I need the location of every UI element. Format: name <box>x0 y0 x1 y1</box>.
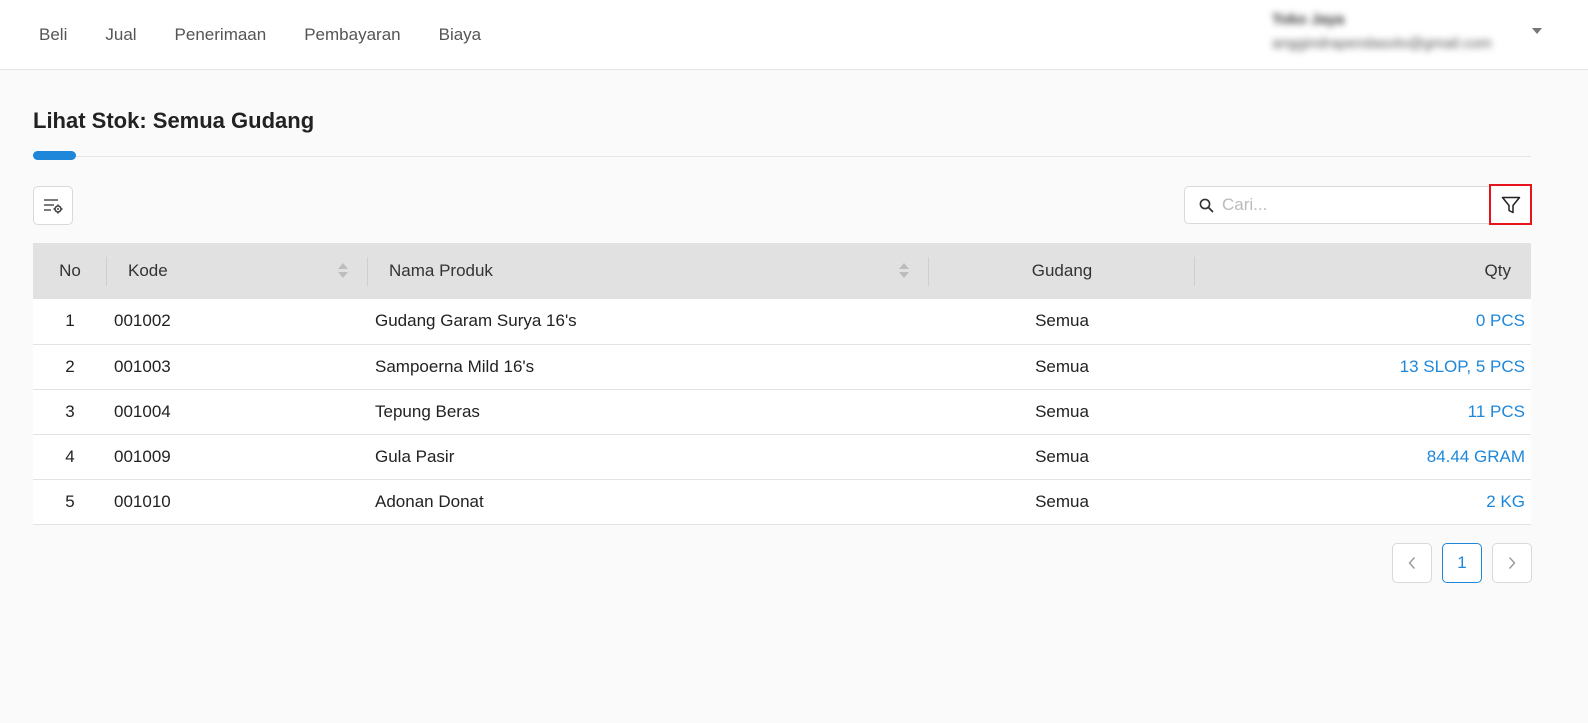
cell-nama-produk: Gudang Garam Surya 16's <box>375 311 577 331</box>
user-menu[interactable]: Toko Jaya anggindrapendasolo@gmail.com <box>1272 10 1522 54</box>
column-settings-button[interactable] <box>33 186 73 225</box>
table-row: 1 001002 Gudang Garam Surya 16's Semua 0… <box>33 299 1531 344</box>
search-icon <box>1199 198 1214 213</box>
table-header-row: No Kode Nama Produk Gudang Qty <box>33 243 1531 299</box>
cell-qty-link[interactable]: 13 SLOP, 5 PCS <box>1195 344 1531 389</box>
cell-gudang: Semua <box>1035 446 1089 466</box>
column-settings-icon <box>43 198 63 214</box>
nav-item-pembayaran[interactable]: Pembayaran <box>304 25 400 45</box>
cell-kode: 001009 <box>114 446 171 466</box>
cell-gudang: Semua <box>1035 491 1089 511</box>
column-header-qty: Qty <box>1484 261 1511 280</box>
user-name: Toko Jaya <box>1272 11 1345 28</box>
cell-nama-produk: Tepung Beras <box>375 401 480 421</box>
column-header-no: No <box>33 243 107 299</box>
nav-item-penerimaan[interactable]: Penerimaan <box>175 25 267 45</box>
cell-no: 2 <box>65 356 75 376</box>
cell-no: 4 <box>65 446 75 466</box>
chevron-left-icon <box>1407 556 1417 570</box>
top-navbar: Beli Jual Penerimaan Pembayaran Biaya To… <box>0 0 1588 70</box>
cell-qty-link[interactable]: 2 KG <box>1195 479 1531 524</box>
cell-gudang: Semua <box>1035 401 1089 421</box>
prev-page-button[interactable] <box>1392 543 1432 583</box>
filter-icon <box>1500 194 1522 216</box>
cell-qty-link[interactable]: 84.44 GRAM <box>1195 434 1531 479</box>
sort-icon[interactable] <box>338 263 348 279</box>
chevron-down-icon[interactable] <box>1532 28 1542 34</box>
main-nav: Beli Jual Penerimaan Pembayaran Biaya <box>39 25 519 45</box>
table-row: 3 001004 Tepung Beras Semua 11 PCS <box>33 389 1531 434</box>
cell-nama-produk: Adonan Donat <box>375 491 484 511</box>
column-header-kode[interactable]: Kode <box>107 243 368 299</box>
next-page-button[interactable] <box>1492 543 1532 583</box>
cell-kode: 001004 <box>114 401 171 421</box>
sort-icon[interactable] <box>899 263 909 279</box>
nav-item-jual[interactable]: Jual <box>105 25 136 45</box>
nav-item-beli[interactable]: Beli <box>39 25 67 45</box>
table-row: 2 001003 Sampoerna Mild 16's Semua 13 SL… <box>33 344 1531 389</box>
column-header-nama-produk[interactable]: Nama Produk <box>368 243 929 299</box>
cell-gudang: Semua <box>1035 356 1089 376</box>
cell-kode: 001003 <box>114 356 171 376</box>
cell-kode: 001010 <box>114 491 171 511</box>
cell-no: 5 <box>65 491 75 511</box>
column-header-gudang: Gudang <box>929 243 1195 299</box>
stock-table: No Kode Nama Produk Gudang Qty 1 001002 … <box>33 243 1531 525</box>
cell-no: 1 <box>65 311 75 331</box>
table-row: 5 001010 Adonan Donat Semua 2 KG <box>33 479 1531 524</box>
pagination: 1 <box>1392 543 1532 583</box>
cell-gudang: Semua <box>1035 311 1089 331</box>
cell-nama-produk: Sampoerna Mild 16's <box>375 356 535 376</box>
chevron-right-icon <box>1507 556 1517 570</box>
filter-button[interactable] <box>1489 184 1532 225</box>
cell-nama-produk: Gula Pasir <box>375 446 455 466</box>
user-email: anggindrapendasolo@gmail.com <box>1272 35 1492 52</box>
search-input[interactable] <box>1222 195 1472 215</box>
cell-qty-link[interactable]: 11 PCS <box>1195 389 1531 434</box>
cell-no: 3 <box>65 401 75 421</box>
page-title: Lihat Stok: Semua Gudang <box>33 108 315 133</box>
nav-item-biaya[interactable]: Biaya <box>439 25 482 45</box>
page-button-current[interactable]: 1 <box>1442 543 1482 583</box>
search-box <box>1184 186 1494 224</box>
title-accent-bar <box>33 151 76 160</box>
table-row: 4 001009 Gula Pasir Semua 84.44 GRAM <box>33 434 1531 479</box>
cell-qty-link[interactable]: 0 PCS <box>1195 299 1531 344</box>
title-divider <box>33 156 1531 157</box>
cell-kode: 001002 <box>114 311 171 331</box>
